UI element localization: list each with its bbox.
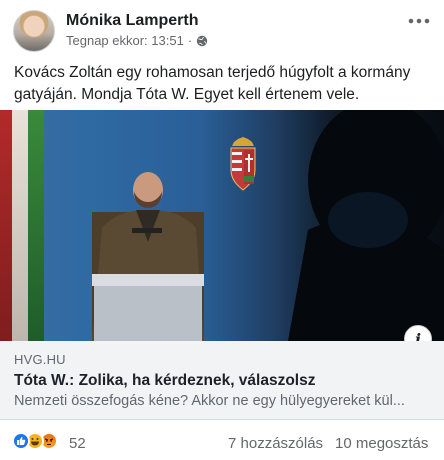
like-icon [12, 432, 30, 450]
link-title[interactable]: Tóta W.: Zolika, ha kérdeznek, válaszols… [14, 372, 316, 390]
share-count[interactable]: 10 megosztás [335, 435, 428, 452]
reaction-count[interactable]: 52 [69, 435, 86, 452]
author-avatar[interactable] [13, 10, 55, 52]
link-card[interactable]: HVG.HU Tóta W.: Zolika, ha kérdeznek, vá… [0, 341, 444, 420]
meta-separator: · [187, 33, 193, 48]
post-footer: 52 7 hozzászólás 10 megosztás [0, 428, 444, 456]
reactions-summary[interactable] [12, 432, 58, 450]
post-text: Kovács Zoltán egy rohamosan terjedő húgy… [14, 64, 411, 103]
post-meta: Tegnap ekkor: 13:51 · [66, 33, 208, 48]
flag-graphic [0, 110, 50, 341]
more-options-icon[interactable] [408, 8, 430, 28]
link-description: Nemzeti összefogás kéne? Akkor ne egy hü… [14, 393, 405, 409]
audience-silhouette-graphic [288, 110, 444, 341]
link-domain: HVG.HU [14, 352, 66, 367]
post-timestamp[interactable]: Tegnap ekkor: 13:51 [66, 33, 184, 48]
author-name[interactable]: Mónika Lamperth [66, 12, 198, 30]
speaker-figure-graphic [92, 172, 204, 341]
globe-icon[interactable] [196, 35, 208, 47]
post-header: Mónika Lamperth Tegnap ekkor: 13:51 · [0, 0, 444, 56]
comment-count[interactable]: 7 hozzászólás [228, 435, 323, 452]
